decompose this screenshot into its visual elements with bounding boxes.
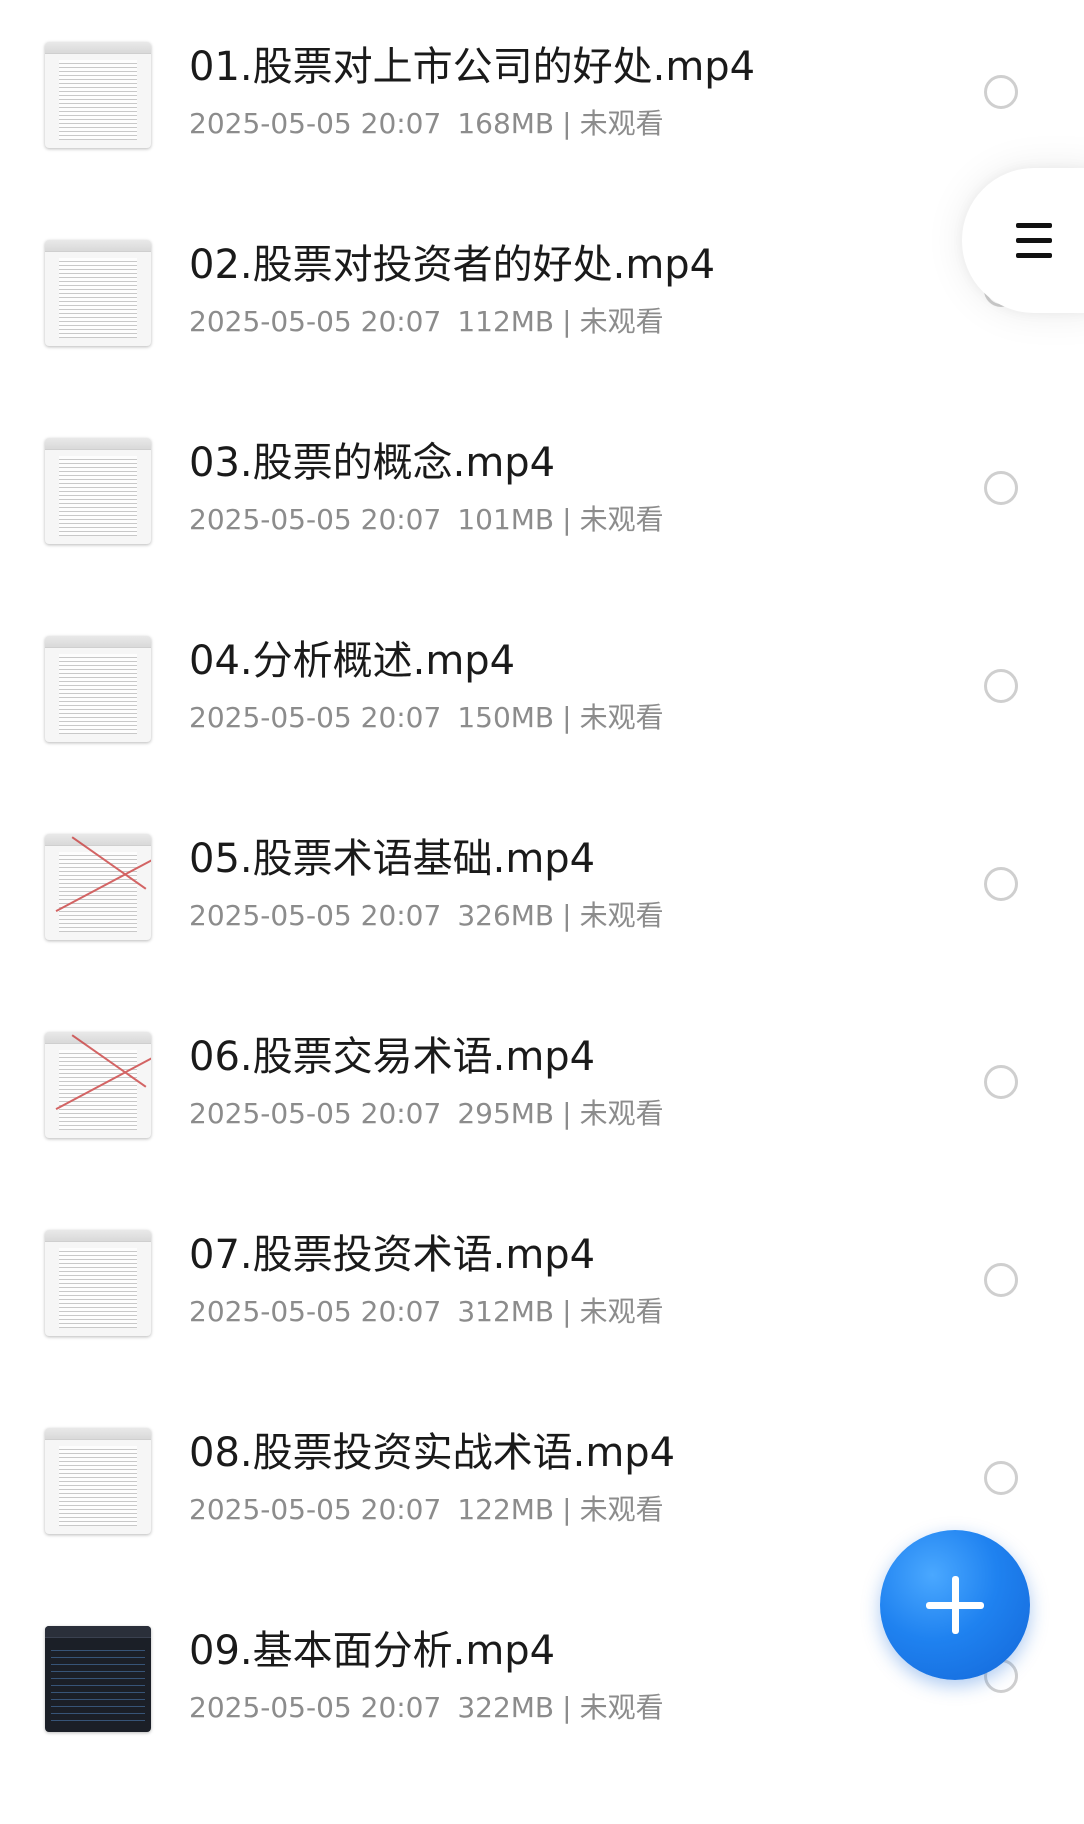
file-row[interactable]: 06.股票交易术语.mp4 2025-05-05 20:07 295MB | 未观看	[0, 1032, 1084, 1230]
watch-status: 未观看	[579, 503, 664, 536]
file-size: 101MB	[457, 503, 555, 536]
watch-status: 未观看	[579, 1097, 664, 1130]
file-name: 02.股票对投资者的好处.mp4	[189, 242, 716, 288]
file-name: 03.股票的概念.mp4	[189, 440, 556, 486]
file-date: 2025-05-05 20:07	[189, 1691, 442, 1724]
file-meta: 2025-05-05 20:07 322MB | 未观看	[189, 1688, 664, 1728]
file-size: 322MB	[457, 1691, 555, 1724]
watch-status: 未观看	[579, 899, 664, 932]
video-thumbnail	[45, 1428, 151, 1534]
watch-status: 未观看	[579, 305, 664, 338]
file-meta: 2025-05-05 20:07 112MB | 未观看	[189, 302, 664, 342]
file-meta: 2025-05-05 20:07 168MB | 未观看	[189, 104, 664, 144]
video-thumbnail	[45, 1032, 151, 1138]
video-thumbnail	[45, 438, 151, 544]
video-thumbnail	[45, 834, 151, 940]
separator: |	[562, 701, 572, 734]
separator: |	[562, 899, 572, 932]
select-radio[interactable]	[984, 75, 1018, 109]
watch-status: 未观看	[579, 1691, 664, 1724]
select-radio[interactable]	[984, 1065, 1018, 1099]
select-radio[interactable]	[984, 669, 1018, 703]
file-row[interactable]: 05.股票术语基础.mp4 2025-05-05 20:07 326MB | 未观看	[0, 834, 1084, 1032]
file-row[interactable]: 02.股票对投资者的好处.mp4 2025-05-05 20:07 112MB | 未观…	[0, 240, 1084, 438]
menu-icon	[1016, 223, 1052, 259]
file-meta: 2025-05-05 20:07 122MB | 未观看	[189, 1490, 664, 1530]
separator: |	[562, 1493, 572, 1526]
video-thumbnail	[45, 42, 151, 148]
video-thumbnail	[45, 1230, 151, 1336]
file-date: 2025-05-05 20:07	[189, 1493, 442, 1526]
file-meta: 2025-05-05 20:07 295MB | 未观看	[189, 1094, 664, 1134]
separator: |	[562, 1691, 572, 1724]
file-meta: 2025-05-05 20:07 150MB | 未观看	[189, 698, 664, 738]
select-radio[interactable]	[984, 867, 1018, 901]
file-name: 05.股票术语基础.mp4	[189, 836, 596, 882]
separator: |	[562, 503, 572, 536]
file-size: 295MB	[457, 1097, 555, 1130]
separator: |	[562, 305, 572, 338]
file-name: 07.股票投资术语.mp4	[189, 1232, 596, 1278]
file-date: 2025-05-05 20:07	[189, 899, 442, 932]
file-date: 2025-05-05 20:07	[189, 107, 442, 140]
separator: |	[562, 107, 572, 140]
file-meta: 2025-05-05 20:07 312MB | 未观看	[189, 1292, 664, 1332]
video-thumbnail	[45, 240, 151, 346]
file-name: 06.股票交易术语.mp4	[189, 1034, 596, 1080]
file-size: 112MB	[457, 305, 555, 338]
file-size: 150MB	[457, 701, 555, 734]
file-date: 2025-05-05 20:07	[189, 305, 442, 338]
file-size: 168MB	[457, 107, 555, 140]
file-meta: 2025-05-05 20:07 101MB | 未观看	[189, 500, 664, 540]
file-name: 09.基本面分析.mp4	[189, 1628, 556, 1674]
file-row[interactable]: 03.股票的概念.mp4 2025-05-05 20:07 101MB | 未观看	[0, 438, 1084, 636]
separator: |	[562, 1295, 572, 1328]
select-radio[interactable]	[984, 471, 1018, 505]
file-name: 04.分析概述.mp4	[189, 638, 516, 684]
file-date: 2025-05-05 20:07	[189, 701, 442, 734]
add-button[interactable]	[880, 1530, 1030, 1680]
file-row[interactable]: 07.股票投资术语.mp4 2025-05-05 20:07 312MB | 未观看	[0, 1230, 1084, 1428]
plus-icon	[926, 1576, 984, 1634]
separator: |	[562, 1097, 572, 1130]
watch-status: 未观看	[579, 107, 664, 140]
file-date: 2025-05-05 20:07	[189, 1097, 442, 1130]
file-date: 2025-05-05 20:07	[189, 1295, 442, 1328]
file-name: 01.股票对上市公司的好处.mp4	[189, 44, 756, 90]
select-radio[interactable]	[984, 1461, 1018, 1495]
file-row[interactable]: 04.分析概述.mp4 2025-05-05 20:07 150MB | 未观看	[0, 636, 1084, 834]
file-row[interactable]: 01.股票对上市公司的好处.mp4 2025-05-05 20:07 168MB | 未…	[0, 42, 1084, 240]
file-date: 2025-05-05 20:07	[189, 503, 442, 536]
file-size: 312MB	[457, 1295, 555, 1328]
watch-status: 未观看	[579, 701, 664, 734]
video-thumbnail	[45, 1626, 151, 1732]
video-thumbnail	[45, 636, 151, 742]
file-size: 326MB	[457, 899, 555, 932]
file-size: 122MB	[457, 1493, 555, 1526]
watch-status: 未观看	[579, 1493, 664, 1526]
file-name: 08.股票投资实战术语.mp4	[189, 1430, 676, 1476]
select-radio[interactable]	[984, 1263, 1018, 1297]
file-meta: 2025-05-05 20:07 326MB | 未观看	[189, 896, 664, 936]
watch-status: 未观看	[579, 1295, 664, 1328]
file-list: 01.股票对上市公司的好处.mp4 2025-05-05 20:07 168MB | 未…	[0, 0, 1084, 1757]
